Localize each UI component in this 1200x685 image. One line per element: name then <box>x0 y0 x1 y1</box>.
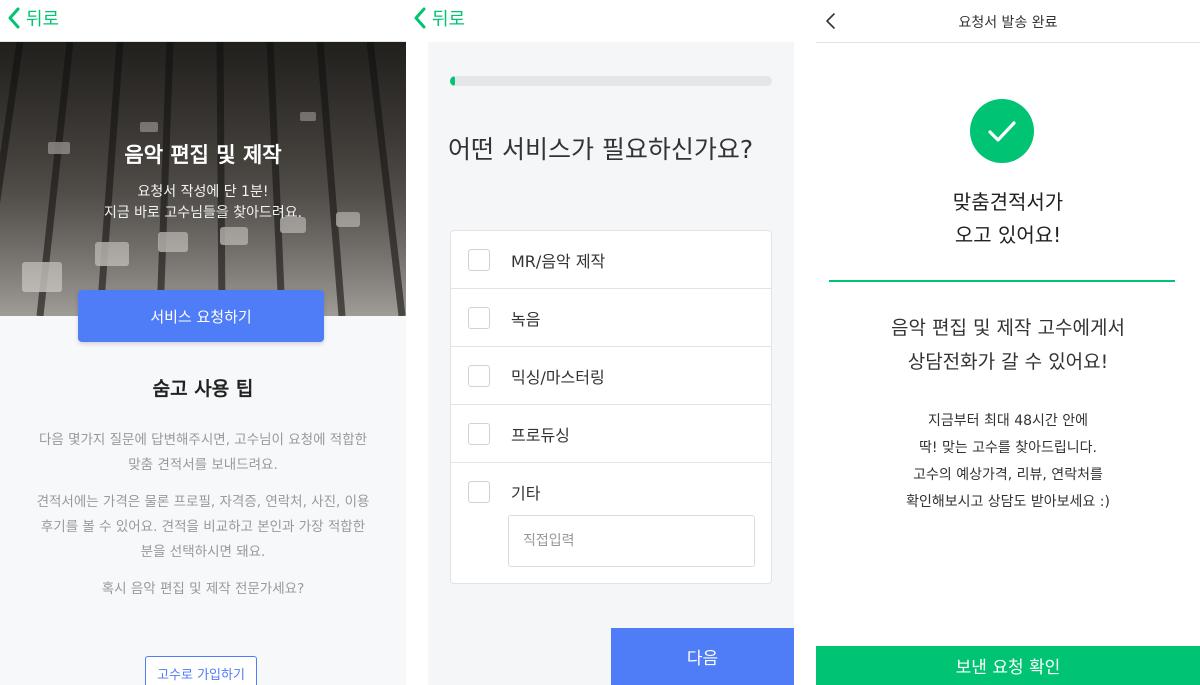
back-label: 뒤로 <box>26 9 60 30</box>
tip-line: 맞춤 견적서를 보내드려요. <box>128 457 278 473</box>
info-text: 지금부터 최대 48시간 안에 딱! 맞는 고수를 찾아드립니다. 고수의 예상… <box>816 408 1200 516</box>
tip-paragraph-1: 다음 몇가지 질문에 답변해주시면, 고수님이 요청에 적합한 맞춤 견적서를 … <box>18 428 388 478</box>
progress-bar-fill <box>450 76 455 86</box>
checkmark-icon <box>988 121 1016 142</box>
question-text: 어떤 서비스가 필요하신가요? <box>448 135 754 164</box>
checkbox[interactable] <box>468 248 490 271</box>
checkbox[interactable] <box>468 422 490 445</box>
mixing-console-image <box>0 42 406 316</box>
hero-subtitle-line: 요청서 작성에 단 1분! <box>137 184 269 200</box>
option-label: 믹싱/마스터링 <box>511 367 605 387</box>
tip-line: 후기를 볼 수 있어요. 견적을 비교하고 본인과 가장 적합한 <box>40 519 366 535</box>
intro-top-bar: 뒤로 <box>0 0 406 42</box>
chevron-left-icon <box>414 7 426 29</box>
tip-line: 견적서에는 가격은 물론 프로필, 자격증, 연락처, 사진, 이용 <box>36 494 370 510</box>
option-other[interactable]: 기타 <box>451 463 771 521</box>
progress-bar <box>450 76 772 86</box>
message-line: 상담전화가 갈 수 있어요! <box>907 351 1109 373</box>
intro-screen: 뒤로 음악 편집 및 제작 요청서 작성에 단 1분! 지금 바로 고수님들을 … <box>0 0 406 685</box>
back-label: 뒤로 <box>432 9 466 30</box>
question-card: 어떤 서비스가 필요하신가요? MR/음악 제작 녹음 믹싱/마스터링 프로듀싱… <box>428 42 794 685</box>
option-label: MR/음악 제작 <box>511 251 606 271</box>
option-mixing-mastering[interactable]: 믹싱/마스터링 <box>451 347 771 405</box>
service-request-button[interactable]: 서비스 요청하기 <box>78 290 324 342</box>
done-top-bar: 요청서 발송 완료 <box>816 0 1200 43</box>
back-button[interactable]: 뒤로 <box>6 5 59 31</box>
option-label: 녹음 <box>511 309 541 329</box>
success-message: 음악 편집 및 제작 고수에게서 상담전화가 갈 수 있어요! <box>816 311 1200 379</box>
back-button[interactable]: 뒤로 <box>412 5 465 31</box>
message-line: 음악 편집 및 제작 고수에게서 <box>891 317 1125 339</box>
tip-paragraph-3: 혹시 음악 편집 및 제작 전문가세요? <box>18 577 388 602</box>
hero-image: 음악 편집 및 제작 요청서 작성에 단 1분! 지금 바로 고수님들을 찾아드… <box>0 42 406 316</box>
info-line: 확인해보시고 상담도 받아보세요 :) <box>906 494 1110 510</box>
question-screen: 뒤로 어떤 서비스가 필요하신가요? MR/음악 제작 녹음 믹싱/마스터링 프… <box>406 0 816 685</box>
checkbox[interactable] <box>468 364 490 387</box>
heading-line: 오고 있어요! <box>954 223 1062 247</box>
option-label: 프로듀싱 <box>511 425 570 445</box>
option-list: MR/음악 제작 녹음 믹싱/마스터링 프로듀싱 기타 <box>450 230 772 584</box>
view-sent-request-button[interactable]: 보낸 요청 확인 <box>816 646 1200 685</box>
success-heading: 맞춤견적서가 오고 있어요! <box>816 186 1200 252</box>
direct-input-field[interactable] <box>508 515 755 567</box>
request-sent-screen: 요청서 발송 완료 맞춤견적서가 오고 있어요! 음악 편집 및 제작 고수에게… <box>816 0 1200 685</box>
tip-line: 분을 선택하시면 돼요. <box>140 544 266 560</box>
page-title: 요청서 발송 완료 <box>958 15 1058 31</box>
question-top-bar: 뒤로 <box>406 0 816 42</box>
divider <box>829 280 1175 282</box>
tip-line: 다음 몇가지 질문에 답변해주시면, 고수님이 요청에 적합한 <box>38 432 368 448</box>
option-recording[interactable]: 녹음 <box>451 289 771 347</box>
chevron-left-icon <box>8 7 20 29</box>
checkbox[interactable] <box>468 481 490 503</box>
checkbox[interactable] <box>468 306 490 329</box>
next-button[interactable]: 다음 <box>611 628 794 685</box>
hero-title: 음악 편집 및 제작 <box>124 143 282 167</box>
join-as-pro-button[interactable]: 고수로 가입하기 <box>145 656 257 685</box>
info-line: 지금부터 최대 48시간 안에 <box>928 413 1088 429</box>
success-check-icon <box>970 99 1034 163</box>
option-producing[interactable]: 프로듀싱 <box>451 405 771 463</box>
option-label: 기타 <box>511 484 541 503</box>
info-line: 고수의 예상가격, 리뷰, 연락처를 <box>913 467 1103 483</box>
heading-line: 맞춤견적서가 <box>952 190 1064 214</box>
hero-subtitle: 요청서 작성에 단 1분! 지금 바로 고수님들을 찾아드려요. <box>0 182 406 224</box>
info-line: 딱! 맞는 고수를 찾아드립니다. <box>919 440 1097 456</box>
option-mr-music-production[interactable]: MR/음악 제작 <box>451 231 771 289</box>
tip-paragraph-2: 견적서에는 가격은 물론 프로필, 자격증, 연락처, 사진, 이용 후기를 볼… <box>18 490 388 565</box>
tip-line: 혹시 음악 편집 및 제작 전문가세요? <box>101 581 305 597</box>
tips-title: 숨고 사용 팁 <box>152 378 254 400</box>
hero-subtitle-line: 지금 바로 고수님들을 찾아드려요. <box>103 205 303 221</box>
